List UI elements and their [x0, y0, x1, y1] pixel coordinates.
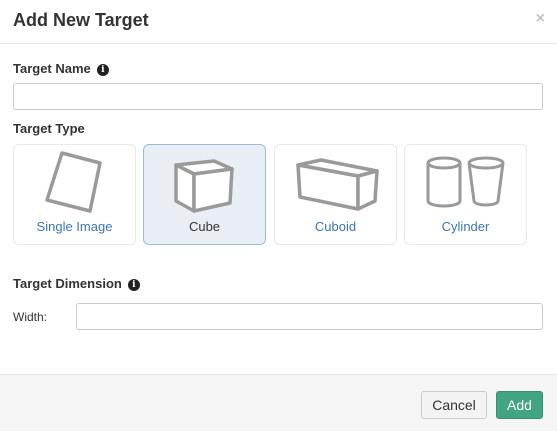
width-input[interactable] — [76, 303, 543, 330]
card-label: Single Image — [36, 219, 113, 234]
dialog-title: Add New Target — [13, 10, 149, 30]
cuboid-icon — [296, 158, 379, 211]
add-target-dialog: Add New Target × Target Name i Target Typ… — [0, 0, 557, 431]
cancel-button[interactable]: Cancel — [421, 391, 487, 419]
target-name-input[interactable] — [13, 83, 543, 110]
info-icon[interactable]: i — [127, 279, 140, 291]
target-name-label: Target Name i — [13, 61, 109, 76]
width-label: Width: — [13, 310, 48, 324]
card-label: Cube — [188, 219, 221, 234]
cube-icon — [174, 159, 234, 213]
add-button[interactable]: Add — [496, 391, 543, 419]
target-type-cube[interactable]: Cube — [143, 144, 266, 245]
single-image-icon — [45, 151, 102, 213]
info-icon[interactable]: i — [96, 64, 109, 76]
close-icon[interactable]: × — [536, 11, 545, 27]
card-label: Cuboid — [314, 219, 357, 234]
cylinder-icon — [426, 156, 505, 208]
target-type-label: Target Type — [13, 121, 85, 136]
target-type-cylinder[interactable]: Cylinder — [404, 144, 527, 245]
target-type-single-image[interactable]: Single Image — [13, 144, 136, 245]
card-label: Cylinder — [441, 219, 490, 234]
target-dimension-label: Target Dimension i — [13, 276, 140, 291]
dialog-header: Add New Target × — [0, 0, 557, 44]
dialog-footer: Cancel Add — [0, 374, 557, 431]
target-type-cuboid[interactable]: Cuboid — [274, 144, 397, 245]
target-dimension-label-text: Target Dimension — [13, 276, 122, 291]
target-name-label-text: Target Name — [13, 61, 91, 76]
